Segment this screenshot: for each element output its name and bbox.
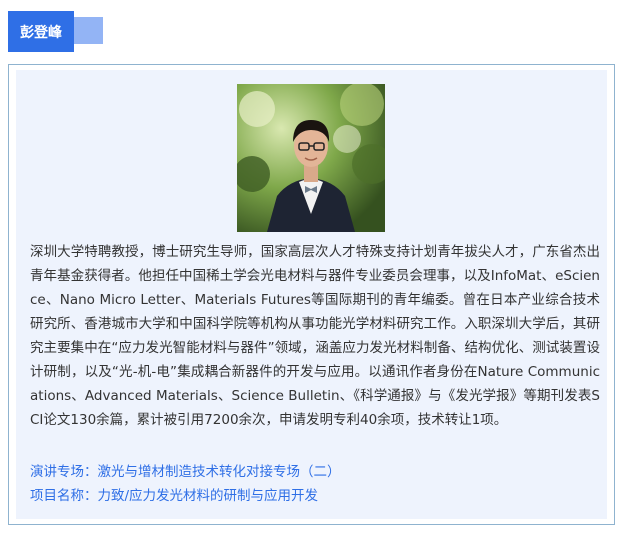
speaker-photo <box>237 84 385 232</box>
session-value: 激光与增材制造技术转化对接专场（二） <box>97 464 341 480</box>
speaker-name: 彭登峰 <box>20 24 62 41</box>
project-value: 力致/应力发光材料的研制与应用开发 <box>97 488 319 504</box>
project-line: 项目名称：力致/应力发光材料的研制与应用开发 <box>30 484 600 508</box>
speaker-bio: 深圳大学特聘教授，博士研究生导师，国家高层次人才特殊支持计划青年拔尖人才，广东省… <box>30 244 600 428</box>
talk-info: 演讲专场：激光与增材制造技术转化对接专场（二） 项目名称：力致/应力发光材料的研… <box>30 460 600 508</box>
speaker-header: 彭登峰 <box>0 0 626 60</box>
speaker-name-tag: 彭登峰 <box>8 11 74 52</box>
session-label: 演讲专场： <box>30 464 98 480</box>
project-label: 项目名称： <box>30 488 98 504</box>
session-line: 演讲专场：激光与增材制造技术转化对接专场（二） <box>30 460 600 484</box>
